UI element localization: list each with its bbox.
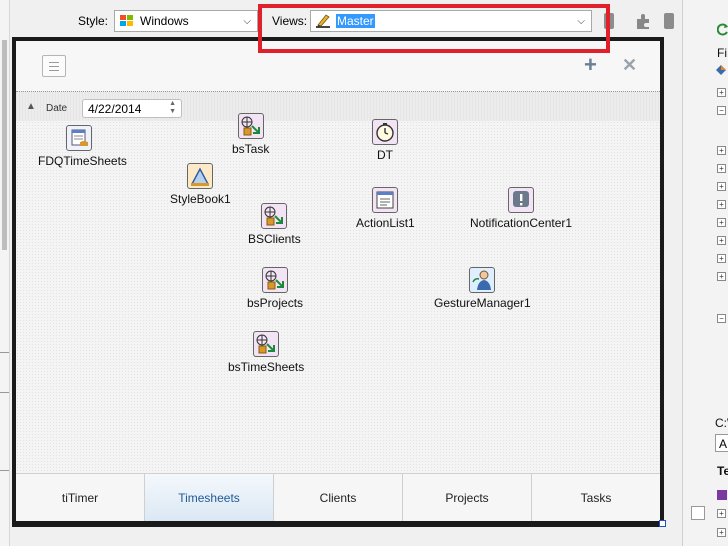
chevron-up-icon[interactable]: ▲	[26, 101, 36, 112]
tab-titimer[interactable]: tiTimer	[16, 474, 145, 521]
component-label: bsTask	[232, 142, 270, 156]
tab-tasks[interactable]: Tasks	[532, 474, 660, 521]
menu-icon[interactable]	[42, 55, 66, 77]
resize-handle[interactable]	[659, 520, 666, 527]
tab-timesheets[interactable]: Timesheets	[145, 474, 274, 521]
tree-expand-icon[interactable]: +	[717, 218, 726, 227]
panel-label-path: C:\	[715, 416, 728, 430]
tree-expand-icon[interactable]: +	[717, 528, 726, 537]
close-icon[interactable]: ✕	[622, 55, 637, 75]
component-label: ActionList1	[356, 216, 415, 230]
component-canvas[interactable]: FDQTimeSheets bsTask DT StyleBook1 BSCli…	[16, 113, 660, 473]
style-label: Style:	[78, 14, 109, 28]
form-designer-frame: + ✕ ▲ Date 4/22/2014 ▲ ▼ FDQTimeSheets b…	[12, 37, 664, 527]
tab-label: Tasks	[580, 490, 612, 505]
left-divider	[0, 392, 9, 393]
component-bsprojects[interactable]: bsProjects	[247, 267, 303, 310]
windows-logo-icon	[119, 13, 135, 29]
stylebook-icon	[187, 163, 214, 189]
tab-label: Projects	[445, 490, 489, 505]
tree-expand-icon[interactable]: +	[717, 272, 726, 281]
component-label: GestureManager1	[434, 296, 531, 310]
left-panel-edge	[0, 0, 10, 546]
chevron-down-icon[interactable]: ⌵	[243, 16, 251, 27]
tree-expand-icon[interactable]: +	[717, 146, 726, 155]
device-orientation-icon[interactable]	[664, 13, 674, 29]
component-gesturemanager1[interactable]: GestureManager1	[434, 267, 531, 310]
actionlist-icon	[372, 187, 399, 213]
panel-tab-a[interactable]: A	[715, 434, 728, 452]
binding-source-icon	[253, 331, 280, 357]
component-bstask[interactable]: bsTask	[232, 113, 269, 156]
puzzle-icon[interactable]	[634, 11, 654, 31]
component-fdqtimesheets[interactable]: FDQTimeSheets	[38, 125, 127, 168]
tree-expand-icon[interactable]: +	[717, 182, 726, 191]
tree-expand-icon[interactable]: +	[717, 164, 726, 173]
component-label: DT	[377, 148, 393, 162]
left-divider	[0, 470, 9, 471]
form-surface[interactable]: + ✕ ▲ Date 4/22/2014 ▲ ▼ FDQTimeSheets b…	[16, 41, 660, 521]
bottom-strip	[10, 528, 682, 546]
panel-tab-label: A	[719, 437, 728, 451]
component-label: BSClients	[248, 232, 301, 246]
refresh-icon[interactable]	[716, 22, 728, 36]
tree-expand-icon[interactable]: +	[717, 88, 726, 97]
left-divider	[0, 352, 9, 353]
binding-source-icon	[262, 267, 289, 293]
tree-expand-icon[interactable]: +	[717, 254, 726, 263]
date-value: 4/22/2014	[88, 102, 142, 116]
tab-projects[interactable]: Projects	[403, 474, 532, 521]
tree-expand-icon[interactable]: +	[717, 200, 726, 209]
right-panel-edge: Fi + − + + + + + + + + − C:\ A Te + +	[682, 0, 728, 546]
component-label: bsProjects	[247, 296, 304, 310]
component-icon	[715, 64, 727, 76]
component-bstimesheets[interactable]: bsTimeSheets	[228, 331, 304, 374]
gesture-icon	[469, 267, 496, 293]
tree-expand-icon[interactable]: +	[717, 509, 726, 518]
component-stylebook1[interactable]: StyleBook1	[170, 163, 231, 206]
panel-label-fi: Fi	[717, 46, 727, 60]
tab-label: Timesheets	[178, 490, 240, 505]
component-actionlist1[interactable]: ActionList1	[356, 187, 415, 230]
tab-clients[interactable]: Clients	[274, 474, 403, 521]
binding-source-icon	[237, 113, 264, 139]
tree-collapse-icon[interactable]: −	[717, 314, 726, 323]
date-edit[interactable]: 4/22/2014 ▲ ▼	[82, 99, 182, 118]
style-value: Windows	[140, 14, 189, 28]
component-label: bsTimeSheets	[228, 360, 305, 374]
component-label: NotificationCenter1	[470, 216, 573, 230]
component-notificationcenter1[interactable]: NotificationCenter1	[470, 187, 572, 230]
tree-expand-icon[interactable]: +	[717, 236, 726, 245]
tab-label: tiTimer	[61, 490, 99, 505]
tab-control: tiTimer Timesheets Clients Projects Task…	[16, 473, 660, 521]
tree-collapse-icon[interactable]: −	[717, 106, 726, 115]
component-label: FDQTimeSheets	[38, 154, 127, 168]
checkbox[interactable]	[691, 506, 705, 520]
fdq-icon	[66, 125, 92, 151]
binding-source-icon	[261, 203, 288, 229]
spin-arrows-icon[interactable]: ▲ ▼	[169, 100, 176, 116]
tab-label: Clients	[319, 490, 357, 505]
timer-icon	[372, 119, 398, 145]
property-icon	[717, 490, 727, 500]
date-label: Date	[46, 103, 68, 114]
style-combobox[interactable]: Windows ⌵	[114, 10, 258, 32]
panel-label-te: Te	[717, 464, 728, 478]
date-toolbar: ▲ Date 4/22/2014 ▲ ▼	[16, 91, 660, 121]
views-highlight-box	[258, 4, 610, 53]
component-bsclients[interactable]: BSClients	[248, 203, 301, 246]
plus-icon[interactable]: +	[584, 54, 597, 76]
notification-icon	[508, 187, 535, 213]
component-label: StyleBook1	[170, 192, 231, 206]
left-scrollbar[interactable]	[2, 40, 7, 250]
component-dt[interactable]: DT	[372, 119, 398, 162]
